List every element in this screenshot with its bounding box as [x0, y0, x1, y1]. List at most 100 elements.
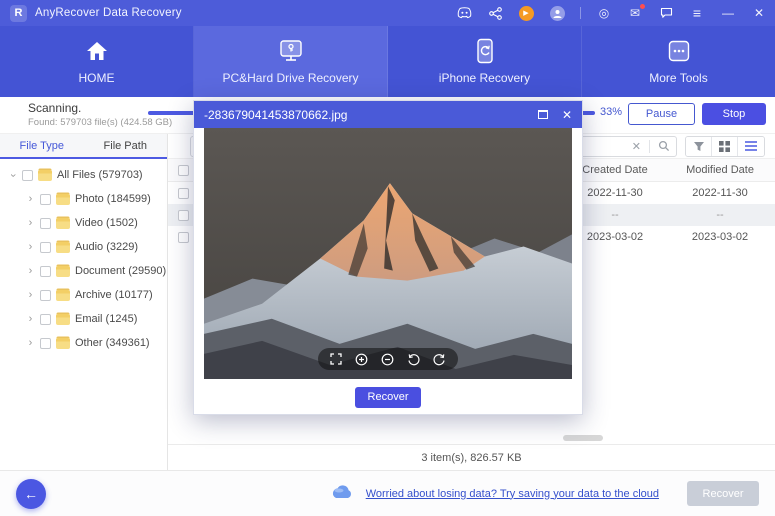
mail-notification-dot	[640, 4, 645, 9]
zoom-out-icon[interactable]	[381, 353, 394, 366]
dialog-recover-button[interactable]: Recover	[355, 387, 421, 408]
minimize-icon[interactable]: —	[720, 5, 736, 21]
image-toolbar	[318, 348, 458, 370]
rotate-right-icon[interactable]	[433, 353, 446, 366]
tree-item-label: Other (349361)	[75, 337, 150, 349]
nav-tab-home[interactable]: HOME	[0, 26, 194, 97]
tree-item-label: Video (1502)	[75, 217, 138, 229]
tree-checkbox[interactable]	[40, 290, 51, 301]
scan-status-text: Scanning.	[28, 101, 81, 115]
monitor-icon	[278, 38, 304, 64]
dialog-maximize-icon[interactable]	[538, 110, 548, 119]
account-icon[interactable]	[549, 5, 565, 21]
cell-modified-date: 2022-11-30	[665, 187, 775, 199]
grid-view-icon[interactable]	[712, 137, 738, 156]
folder-icon	[56, 194, 70, 205]
chevron-icon[interactable]: ›	[26, 338, 35, 349]
close-icon[interactable]: ✕	[751, 5, 767, 21]
row-checkbox[interactable]	[178, 210, 189, 221]
rotate-left-icon[interactable]	[407, 353, 420, 366]
fit-screen-icon[interactable]	[330, 353, 342, 365]
folder-icon	[56, 242, 70, 253]
tree-item-all-files[interactable]: › All Files (579703)	[0, 163, 167, 187]
cloud-icon	[330, 484, 354, 504]
selection-summary: 3 item(s), 826.57 KB	[168, 444, 775, 471]
feedback-icon[interactable]: ◎	[596, 5, 612, 21]
left-panel-tabs: File TypeFile Path	[0, 134, 167, 159]
back-button[interactable]: ←	[16, 479, 46, 509]
chevron-icon[interactable]: ›	[26, 290, 35, 301]
cloud-backup-link[interactable]: Worried about losing data? Try saving yo…	[366, 488, 659, 500]
zoom-in-icon[interactable]	[355, 353, 368, 366]
pause-button[interactable]: Pause	[628, 103, 695, 125]
chevron-icon[interactable]: ›	[26, 266, 35, 277]
nav-tab-pc-hard-drive-recovery[interactable]: PC&Hard Drive Recovery	[194, 26, 388, 97]
app-logo-icon: R	[10, 5, 27, 22]
menu-icon[interactable]: ≡	[689, 5, 705, 21]
select-all-checkbox[interactable]	[178, 165, 189, 176]
clear-search-icon[interactable]: ✕	[632, 140, 641, 153]
list-view-icon[interactable]	[738, 137, 764, 156]
discord-icon[interactable]	[456, 5, 472, 21]
titlebar-divider	[580, 7, 581, 19]
more-icon	[667, 38, 691, 64]
folder-icon	[56, 290, 70, 301]
horizontal-scrollbar[interactable]	[168, 434, 775, 442]
nav-tab-more-tools[interactable]: More Tools	[582, 26, 775, 97]
back-arrow-icon: ←	[24, 486, 38, 502]
tree-checkbox[interactable]	[22, 170, 33, 181]
tree-item-label: All Files (579703)	[57, 169, 143, 181]
app-window: R AnyRecover Data Recovery ▶ ◎ ✉ ≡ — ✕	[0, 0, 775, 516]
tree-checkbox[interactable]	[40, 314, 51, 325]
tree-item-document[interactable]: › Document (29590)	[0, 259, 167, 283]
search-divider	[649, 140, 650, 153]
tree-item-email[interactable]: › Email (1245)	[0, 307, 167, 331]
preview-dialog: -283679041453870662.jpg ✕	[193, 100, 583, 415]
tree-checkbox[interactable]	[40, 338, 51, 349]
filter-icon[interactable]	[686, 137, 712, 156]
row-checkbox[interactable]	[178, 232, 189, 243]
left-tab-file-type[interactable]: File Type	[0, 134, 84, 157]
stop-button[interactable]: Stop	[702, 103, 766, 125]
left-tab-file-path[interactable]: File Path	[84, 134, 168, 157]
tree-checkbox[interactable]	[40, 218, 51, 229]
tree-item-audio[interactable]: › Audio (3229)	[0, 235, 167, 259]
folder-icon	[38, 170, 52, 181]
chevron-icon[interactable]: ›	[26, 194, 35, 205]
tree-item-other[interactable]: › Other (349361)	[0, 331, 167, 355]
tree-item-label: Document (29590)	[75, 265, 166, 277]
nav-tab-iphone-recovery[interactable]: iPhone Recovery	[388, 26, 582, 97]
dialog-title: -283679041453870662.jpg	[204, 108, 347, 122]
mail-icon[interactable]: ✉	[627, 5, 643, 21]
phone-icon	[476, 38, 494, 64]
modified-date-header[interactable]: Modified Date	[665, 164, 775, 176]
promotion-icon[interactable]: ▶	[518, 5, 534, 21]
scan-progress-percent: 33%	[600, 106, 622, 118]
tree-checkbox[interactable]	[40, 266, 51, 277]
nav-tab-label: iPhone Recovery	[439, 71, 530, 85]
footer-recover-button[interactable]: Recover	[687, 481, 759, 506]
scrollbar-thumb[interactable]	[563, 435, 603, 441]
view-options-group	[685, 136, 765, 157]
chat-icon[interactable]	[658, 5, 674, 21]
chevron-icon[interactable]: ›	[26, 314, 35, 325]
share-icon[interactable]	[487, 5, 503, 21]
row-checkbox[interactable]	[178, 188, 189, 199]
tree-checkbox[interactable]	[40, 194, 51, 205]
left-panel: File TypeFile Path › All Files (579703) …	[0, 134, 168, 470]
cell-modified-date: 2023-03-02	[665, 231, 775, 243]
nav-tab-label: More Tools	[649, 71, 707, 85]
chevron-icon[interactable]: ›	[26, 218, 35, 229]
scan-found-text: Found: 579703 file(s) (424.58 GB)	[28, 117, 172, 128]
chevron-icon[interactable]: ›	[26, 242, 35, 253]
nav-tabs: HOME PC&Hard Drive Recovery iPhone Recov…	[0, 26, 775, 97]
search-icon[interactable]	[658, 140, 670, 152]
tree-item-archive[interactable]: › Archive (10177)	[0, 283, 167, 307]
tree-checkbox[interactable]	[40, 242, 51, 253]
app-title: AnyRecover Data Recovery	[35, 7, 182, 19]
folder-icon	[56, 314, 70, 325]
chevron-icon[interactable]: ›	[7, 171, 18, 180]
dialog-close-icon[interactable]: ✕	[562, 108, 572, 122]
tree-item-photo[interactable]: › Photo (184599)	[0, 187, 167, 211]
tree-item-video[interactable]: › Video (1502)	[0, 211, 167, 235]
